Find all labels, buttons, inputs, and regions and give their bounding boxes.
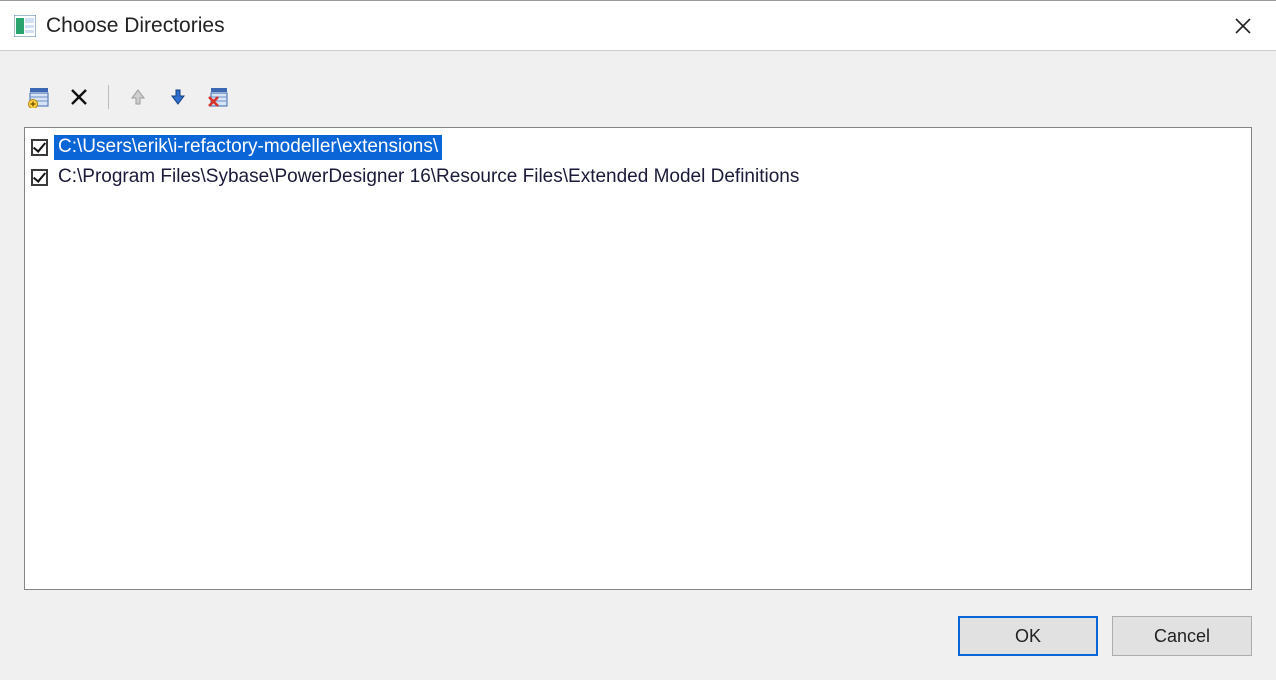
dialog-button-row: OK Cancel: [24, 590, 1252, 656]
close-button[interactable]: [1220, 3, 1266, 49]
app-icon: [14, 15, 36, 37]
move-up-button[interactable]: [127, 86, 149, 108]
arrow-up-icon: [129, 87, 147, 107]
titlebar: Choose Directories: [0, 1, 1276, 51]
arrow-down-icon: [169, 87, 187, 107]
directory-row[interactable]: C:\Program Files\Sybase\PowerDesigner 16…: [31, 162, 1245, 192]
add-directory-button[interactable]: [28, 86, 50, 108]
remove-invalid-icon: [207, 86, 229, 108]
directory-row[interactable]: C:\Users\erik\i-refactory-modeller\exten…: [31, 132, 1245, 162]
dialog-body: C:\Users\erik\i-refactory-modeller\exten…: [0, 51, 1276, 680]
window-title: Choose Directories: [46, 14, 1220, 38]
toolbar-separator: [108, 85, 109, 109]
directory-path[interactable]: C:\Program Files\Sybase\PowerDesigner 16…: [54, 165, 803, 190]
ok-button[interactable]: OK: [958, 616, 1098, 656]
toolbar: [24, 75, 1252, 127]
remove-invalid-button[interactable]: [207, 86, 229, 108]
remove-x-icon: [69, 87, 89, 107]
cancel-button[interactable]: Cancel: [1112, 616, 1252, 656]
close-icon: [1234, 17, 1252, 35]
directory-checkbox[interactable]: [31, 139, 48, 156]
directory-listbox[interactable]: C:\Users\erik\i-refactory-modeller\exten…: [24, 127, 1252, 590]
directory-path[interactable]: C:\Users\erik\i-refactory-modeller\exten…: [54, 135, 442, 160]
directory-checkbox[interactable]: [31, 169, 48, 186]
add-directory-icon: [28, 86, 50, 108]
delete-button[interactable]: [68, 86, 90, 108]
move-down-button[interactable]: [167, 86, 189, 108]
